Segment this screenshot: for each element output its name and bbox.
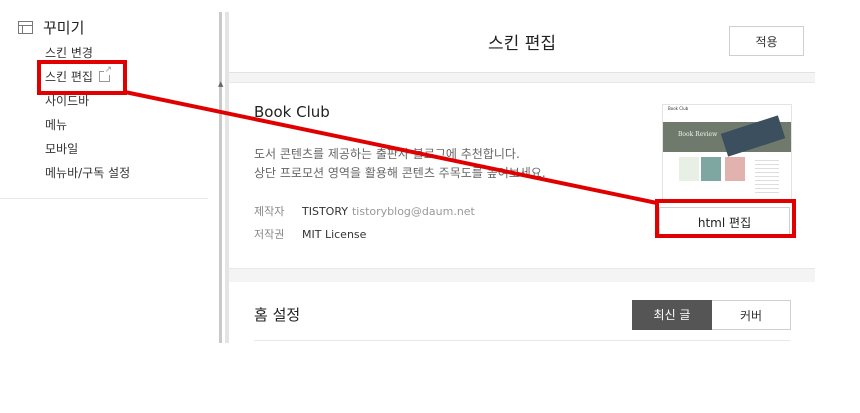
sidebar-item-skin-edit[interactable]: 스킨 편집	[45, 66, 130, 91]
license-label: 저작권	[254, 228, 285, 241]
sidebar-item-label: 메뉴	[45, 118, 68, 132]
caret-up-icon[interactable]: ▲	[218, 80, 223, 88]
sidebar: 꾸미기 스킨 변경 스킨 편집 사이드바 메뉴 모바일 메뉴바/구독 설정	[0, 0, 208, 200]
license-value: MIT License	[302, 228, 367, 241]
sidebar-item-menubar-subscribe[interactable]: 메뉴바/구독 설정	[45, 163, 130, 187]
sidebar-item-label: 모바일	[45, 142, 79, 156]
skin-edit-panel: 스킨 편집 적용 Book Club 도서 콘텐츠를 제공하는 출판사 블로그에…	[229, 10, 815, 343]
page-title: 스킨 편집	[488, 34, 556, 54]
thumbnail-post-card	[679, 157, 699, 181]
thumbnail-header: Book Club	[663, 105, 791, 114]
apply-button[interactable]: 적용	[729, 26, 804, 56]
skin-name: Book Club	[254, 103, 330, 121]
sidebar-item-label: 스킨 편집	[45, 70, 93, 84]
layout-icon	[18, 20, 33, 34]
home-type-toggle: 최신 글 커버	[632, 300, 791, 330]
thumbnail-post-card	[725, 157, 745, 181]
sidebar-menu: 스킨 변경 스킨 편집 사이드바 메뉴 모바일 메뉴바/구독 설정	[45, 43, 130, 187]
thumbnail-book-image	[720, 115, 786, 157]
skin-license-row: 저작권 MIT License	[254, 226, 366, 242]
author-email: tistoryblog@daum.net	[351, 205, 475, 218]
external-link-icon	[98, 66, 112, 82]
skin-thumbnail: Book Club Book Review	[662, 104, 792, 202]
home-settings-title: 홈 설정	[254, 306, 301, 324]
thumbnail-hero: Book Review	[663, 115, 791, 157]
skin-description-line: 상단 프로모션 영역을 활용해 콘텐츠 주목도를 높여보세요.	[254, 166, 546, 180]
panel-scrollbar[interactable]	[219, 12, 222, 343]
sidebar-item-label: 메뉴바/구독 설정	[45, 166, 131, 180]
sidebar-divider	[0, 198, 208, 199]
html-edit-button[interactable]: html 편집	[659, 207, 790, 237]
skin-info-card: Book Club 도서 콘텐츠를 제공하는 출판사 블로그에 추천합니다. 상…	[229, 82, 815, 269]
home-settings-card: 홈 설정 최신 글 커버	[229, 282, 815, 343]
sidebar-item-skin-change[interactable]: 스킨 변경	[45, 43, 130, 67]
sidebar-item-menu[interactable]: 메뉴	[45, 115, 130, 139]
sidebar-item-label: 스킨 변경	[45, 46, 93, 60]
author-name: TISTORY	[302, 205, 348, 218]
skin-author-row: 제작자 TISTORY tistoryblog@daum.net	[254, 203, 475, 219]
thumbnail-header-text: Book Club	[668, 106, 689, 111]
sidebar-header[interactable]: 꾸미기	[18, 16, 84, 38]
thumbnail-post-card	[701, 157, 721, 181]
home-settings-content	[254, 340, 790, 343]
skin-description: 도서 콘텐츠를 제공하는 출판사 블로그에 추천합니다. 상단 프로모션 영역을…	[254, 145, 546, 183]
sidebar-title: 꾸미기	[43, 18, 85, 37]
thumbnail-sidebar	[755, 157, 779, 193]
skin-description-line: 도서 콘텐츠를 제공하는 출판사 블로그에 추천합니다.	[254, 147, 520, 161]
sidebar-item-label: 사이드바	[45, 94, 90, 108]
sidebar-item-mobile[interactable]: 모바일	[45, 139, 130, 163]
tab-cover[interactable]: 커버	[712, 300, 791, 330]
sidebar-item-sidebar[interactable]: 사이드바	[45, 91, 130, 115]
panel-header: 스킨 편집 적용	[229, 10, 815, 73]
thumbnail-hero-text: Book Review	[678, 131, 718, 138]
author-label: 제작자	[254, 205, 285, 218]
tab-latest-posts[interactable]: 최신 글	[632, 300, 712, 330]
